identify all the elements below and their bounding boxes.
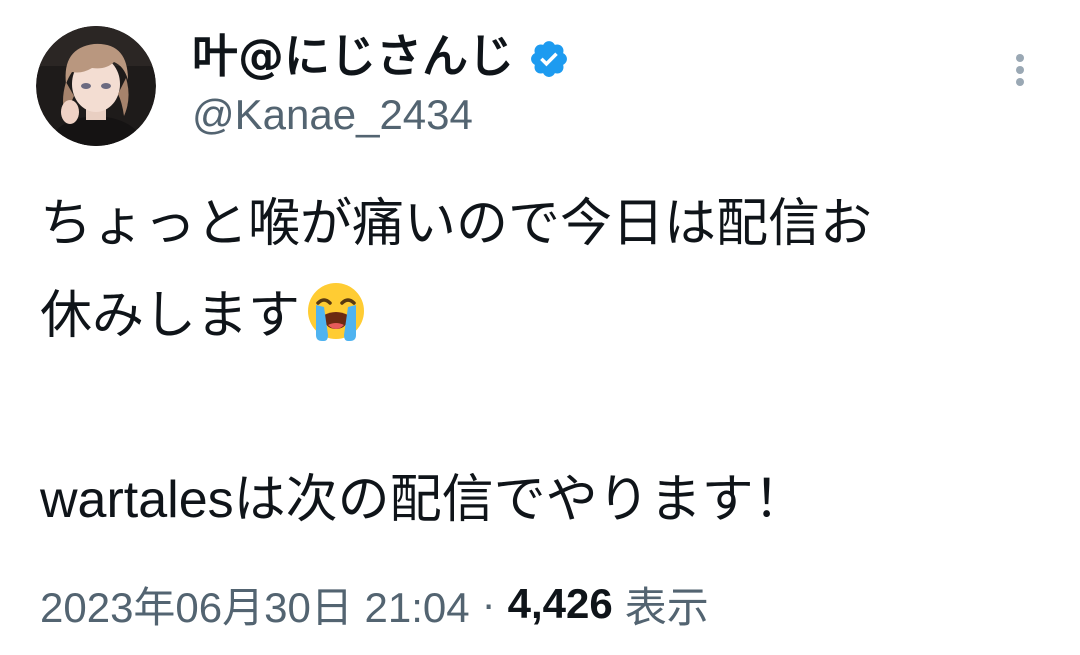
loudly-crying-face-emoji <box>304 279 368 343</box>
meta-separator: · <box>481 580 496 627</box>
views-count: 4,426 <box>507 580 613 627</box>
tweet-line: wartalesは次の配信でやります！ <box>40 471 806 529</box>
tweet-text: ちょっと喉が痛いので今日は配信お 休みします wartalesは次の配信でやりま… <box>40 178 1050 546</box>
author-handle[interactable]: @Kanae_2434 <box>192 90 473 140</box>
tweet-line: 休みします <box>40 286 301 346</box>
tweet-timestamp[interactable]: 2023年06月30日 21:04 <box>40 574 470 635</box>
avatar[interactable] <box>36 26 156 146</box>
tweet-line: ちょっと喉が痛いので今日は配信お <box>40 194 873 254</box>
tweet-line-with-emoji: 休みします <box>40 270 1050 362</box>
more-vertical-icon <box>1016 54 1024 86</box>
more-options-button[interactable] <box>1002 50 1038 90</box>
views-label: 表示 <box>624 582 709 632</box>
verified-badge-icon <box>528 36 570 78</box>
avatar-image <box>36 26 156 146</box>
display-name[interactable]: 叶@にじさんじ <box>192 28 514 84</box>
author-name-row[interactable]: 叶@にじさんじ <box>192 28 570 84</box>
tweet-meta: 2023年06月30日 21:04 · 4,426 表示 <box>40 574 709 634</box>
